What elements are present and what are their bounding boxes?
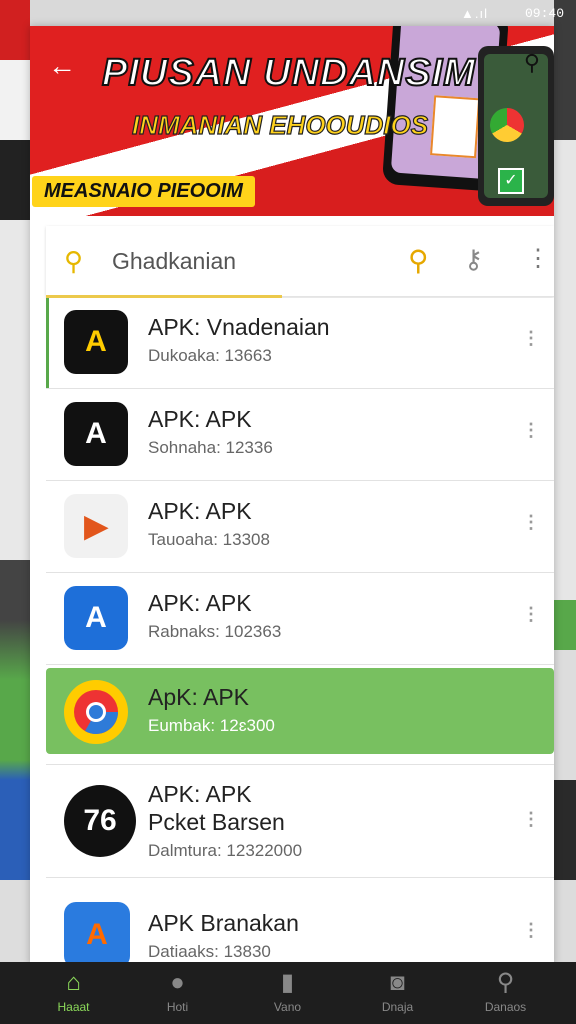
- nav-label: Vano: [273, 1000, 302, 1014]
- background-right: [554, 0, 576, 1024]
- nav-tab-home[interactable]: ⌂ Haaat: [16, 962, 131, 1024]
- search-icon[interactable]: ⚲: [524, 50, 540, 76]
- nav-label: Danaos: [484, 1000, 527, 1014]
- nav-tab-profile[interactable]: ● Hoti: [120, 962, 235, 1024]
- more-vert-icon[interactable]: ⋮: [522, 810, 540, 828]
- more-vert-icon[interactable]: ⋮: [522, 421, 540, 439]
- app-icon: A: [64, 310, 128, 374]
- app-name: APK: APK: [148, 406, 252, 432]
- more-vert-icon[interactable]: ⋮: [522, 605, 540, 623]
- phone-image-secondary: ✓: [478, 46, 554, 206]
- app-name: APK Branakan: [148, 910, 299, 936]
- status-bar: ▲.ıl 09:40: [0, 0, 576, 28]
- nav-label: Hoti: [166, 1000, 189, 1014]
- list-item-highlighted[interactable]: ApK: APK Eumbak: 12ɛ300: [46, 668, 554, 754]
- list-item[interactable]: A APK: APK Rabnaks: 102363 ⋮: [46, 574, 554, 665]
- chrome-logo-icon: [74, 690, 118, 734]
- nav-tab-search[interactable]: ⚲ Danaos: [448, 962, 563, 1024]
- app-icon: A: [64, 902, 130, 966]
- home-icon: ⌂: [66, 969, 81, 996]
- banner-title: PIUSAN UNDANSIM: [101, 51, 476, 95]
- more-vert-icon[interactable]: ⋮: [526, 244, 550, 273]
- key-icon[interactable]: ⚷: [464, 244, 483, 275]
- checkmark-icon: ✓: [498, 168, 524, 194]
- more-vert-icon[interactable]: ⋮: [522, 329, 540, 347]
- app-name: APK: Vnadenaian: [148, 314, 330, 340]
- app-subtitle: Dalmtura: 12322000: [148, 841, 303, 860]
- camera-icon: ◙: [390, 969, 405, 996]
- app-subtitle: Rabnaks: 102363: [148, 622, 282, 641]
- list-item[interactable]: ▶ APK: APK Tauoaha: 13308 ⋮: [46, 482, 554, 573]
- app-name: APK: APK: [148, 498, 252, 524]
- bottom-navigation: ⌂ Haaat ● Hoti ▮ Vano ◙ Dnaja ⚲ Danaos: [0, 962, 576, 1024]
- search-icon: ⚲: [496, 969, 515, 996]
- status-time: 09:40: [524, 6, 564, 21]
- more-vert-icon[interactable]: ⋮: [522, 921, 540, 939]
- nav-tab-third[interactable]: ▮ Vano: [230, 962, 345, 1024]
- app-subtitle: Eumbak: 12ɛ300: [148, 716, 275, 735]
- background-left: [0, 0, 30, 1024]
- square-icon: ▮: [280, 969, 295, 996]
- nav-tab-camera[interactable]: ◙ Dnaja: [340, 962, 455, 1024]
- banner-subtitle: INMANIAN EHOOUDIOS: [131, 109, 429, 140]
- list-item[interactable]: A APK Branakan Datiaaks: 13830 ⋮: [46, 886, 554, 966]
- search-icon: ⚲: [64, 246, 84, 276]
- app-icon: 76: [64, 785, 136, 857]
- nav-label: Haaat: [57, 1000, 90, 1014]
- app-subtitle: Sohnaha: 12336: [148, 438, 273, 457]
- app-name-line2: Pcket Barsen: [148, 809, 285, 835]
- promo-banner: ✓ ← ⚲ PIUSAN UNDANSIM INMANIAN EHOOUDIOS…: [30, 26, 554, 216]
- app-name: ApK: APK: [148, 684, 250, 710]
- app-icon: [64, 680, 128, 744]
- list-item[interactable]: 76 APK: APK Pcket Barsen Dalmtura: 12322…: [46, 764, 554, 878]
- list-item[interactable]: A APK: Vnadenaian Dukoaka: 13663 ⋮: [46, 298, 554, 389]
- browser-logo-icon: [490, 108, 524, 142]
- search-submit-icon[interactable]: ⚲: [408, 244, 429, 277]
- signal-icon: ▲.ıl: [461, 6, 488, 21]
- selection-accent: [46, 298, 49, 388]
- app-name: APK: APK: [148, 590, 252, 616]
- app-name: APK: APK: [148, 781, 252, 807]
- banner-badge: MEASNAIO PIEOOIM: [32, 176, 255, 207]
- app-subtitle: Tauoaha: 13308: [148, 530, 270, 549]
- search-input[interactable]: Ghadkanian: [112, 248, 236, 275]
- person-icon: ●: [170, 969, 185, 996]
- app-icon: A: [64, 586, 128, 650]
- app-icon: ▶: [64, 494, 128, 558]
- more-vert-icon[interactable]: ⋮: [522, 513, 540, 531]
- arrow-left-icon[interactable]: ←: [48, 52, 76, 80]
- app-subtitle: Datiaaks: 13830: [148, 942, 271, 961]
- app-subtitle: Dukoaka: 13663: [148, 346, 272, 365]
- app-icon: A: [64, 402, 128, 466]
- nav-label: Dnaja: [381, 1000, 414, 1014]
- search-bar[interactable]: ⚲ Ghadkanian ⚲ ⚷ ⋮: [46, 226, 554, 298]
- main-card: ✓ ← ⚲ PIUSAN UNDANSIM INMANIAN EHOOUDIOS…: [30, 26, 554, 966]
- list-item[interactable]: A APK: APK Sohnaha: 12336 ⋮: [46, 390, 554, 481]
